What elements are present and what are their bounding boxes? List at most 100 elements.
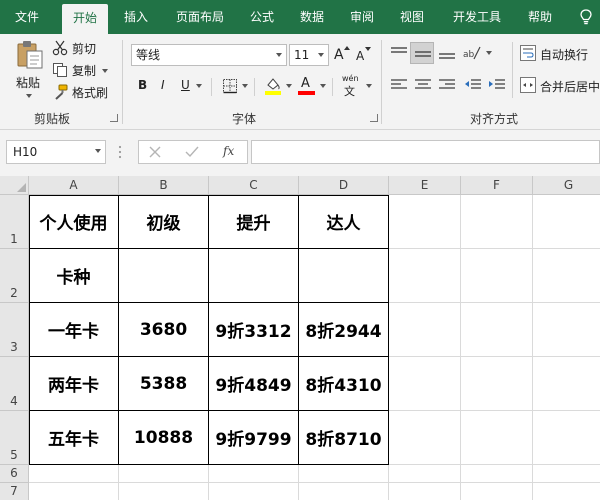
insert-function-button[interactable]: fx: [223, 144, 234, 158]
column-header-b[interactable]: B: [119, 176, 209, 195]
tab-review[interactable]: 审阅: [342, 0, 382, 34]
cell-e6[interactable]: [389, 465, 461, 483]
font-color-dropdown-arrow[interactable]: [320, 84, 326, 88]
align-right-icon[interactable]: [438, 78, 456, 92]
formula-input[interactable]: [251, 140, 600, 164]
phonetic-dropdown-arrow[interactable]: [366, 84, 372, 88]
phonetic-guide-button[interactable]: wén 文: [340, 74, 362, 98]
cell-c4[interactable]: 9折4849: [209, 357, 299, 411]
cell-c1[interactable]: 提升: [209, 195, 299, 249]
cell-b5[interactable]: 10888: [119, 411, 209, 465]
row-header-7[interactable]: 7: [0, 483, 29, 500]
orientation-dropdown-arrow[interactable]: [486, 51, 492, 55]
cell-f2[interactable]: [461, 249, 533, 303]
tab-help[interactable]: 帮助: [520, 0, 560, 34]
cell-a7[interactable]: [29, 483, 119, 500]
select-all-corner[interactable]: [0, 176, 29, 195]
borders-icon[interactable]: [222, 78, 238, 94]
fill-color-dropdown-arrow[interactable]: [286, 84, 292, 88]
cell-g6[interactable]: [533, 465, 600, 483]
cell-e1[interactable]: [389, 195, 461, 249]
column-header-e[interactable]: E: [389, 176, 461, 195]
cell-c5[interactable]: 9折9799: [209, 411, 299, 465]
formula-splitter-icon[interactable]: [117, 144, 123, 160]
align-center-icon[interactable]: [414, 78, 432, 92]
column-header-g[interactable]: G: [533, 176, 600, 195]
cell-b2[interactable]: [119, 249, 209, 303]
align-left-icon[interactable]: [390, 78, 408, 92]
row-header-4[interactable]: 4: [0, 357, 29, 411]
cell-d7[interactable]: [299, 483, 389, 500]
fill-color-icon[interactable]: [264, 76, 282, 96]
cell-b3[interactable]: 3680: [119, 303, 209, 357]
column-header-c[interactable]: C: [209, 176, 299, 195]
cell-a1[interactable]: 个人使用: [29, 195, 119, 249]
cell-d5[interactable]: 8折8710: [299, 411, 389, 465]
cell-c6[interactable]: [209, 465, 299, 483]
cell-g5[interactable]: [533, 411, 600, 465]
cell-b4[interactable]: 5388: [119, 357, 209, 411]
cell-a2[interactable]: 卡种: [29, 249, 119, 303]
cell-g1[interactable]: [533, 195, 600, 249]
cell-f7[interactable]: [461, 483, 533, 500]
lightbulb-icon[interactable]: [580, 9, 592, 25]
orientation-icon[interactable]: ab: [462, 44, 482, 62]
cell-f3[interactable]: [461, 303, 533, 357]
format-painter-button[interactable]: 格式刷: [52, 82, 116, 102]
cut-button[interactable]: 剪切: [52, 38, 112, 58]
tab-data[interactable]: 数据: [292, 0, 332, 34]
underline-dropdown-arrow[interactable]: [196, 84, 202, 88]
row-header-5[interactable]: 5: [0, 411, 29, 465]
paste-button[interactable]: 粘贴: [8, 38, 48, 110]
copy-button[interactable]: 复制: [52, 60, 112, 80]
tab-page-layout[interactable]: 页面布局: [168, 0, 232, 34]
column-header-a[interactable]: A: [29, 176, 119, 195]
cell-f1[interactable]: [461, 195, 533, 249]
cell-g3[interactable]: [533, 303, 600, 357]
cell-e4[interactable]: [389, 357, 461, 411]
cell-b7[interactable]: [119, 483, 209, 500]
cell-d6[interactable]: [299, 465, 389, 483]
cell-c7[interactable]: [209, 483, 299, 500]
cell-f4[interactable]: [461, 357, 533, 411]
grow-font-button[interactable]: A: [334, 44, 350, 66]
cell-a4[interactable]: 两年卡: [29, 357, 119, 411]
font-name-select[interactable]: 等线: [131, 44, 287, 66]
row-header-1[interactable]: 1: [0, 195, 29, 249]
clipboard-launcher-icon[interactable]: [110, 114, 118, 122]
cell-d2[interactable]: [299, 249, 389, 303]
tab-view[interactable]: 视图: [392, 0, 432, 34]
cell-a6[interactable]: [29, 465, 119, 483]
row-header-2[interactable]: 2: [0, 249, 29, 303]
wrap-text-button[interactable]: 自动换行: [518, 44, 600, 64]
font-color-button[interactable]: A: [298, 76, 316, 96]
align-middle-button[interactable]: [410, 42, 434, 64]
cell-f6[interactable]: [461, 465, 533, 483]
tab-file[interactable]: 文件: [4, 0, 50, 34]
row-header-3[interactable]: 3: [0, 303, 29, 357]
cell-g4[interactable]: [533, 357, 600, 411]
align-top-icon[interactable]: [390, 46, 408, 60]
cell-b6[interactable]: [119, 465, 209, 483]
cell-c3[interactable]: 9折3312: [209, 303, 299, 357]
column-header-f[interactable]: F: [461, 176, 533, 195]
borders-dropdown-arrow[interactable]: [242, 84, 248, 88]
cell-d4[interactable]: 8折4310: [299, 357, 389, 411]
copy-dropdown-arrow[interactable]: [102, 69, 108, 73]
cancel-x-icon[interactable]: [149, 146, 161, 158]
cell-g7[interactable]: [533, 483, 600, 500]
cell-e5[interactable]: [389, 411, 461, 465]
cell-a3[interactable]: 一年卡: [29, 303, 119, 357]
cell-e7[interactable]: [389, 483, 461, 500]
column-header-d[interactable]: D: [299, 176, 389, 195]
name-box[interactable]: H10: [6, 140, 106, 164]
align-bottom-icon[interactable]: [438, 46, 456, 60]
row-header-6[interactable]: 6: [0, 465, 29, 483]
cell-g2[interactable]: [533, 249, 600, 303]
tab-formulas[interactable]: 公式: [242, 0, 282, 34]
cell-a5[interactable]: 五年卡: [29, 411, 119, 465]
cell-b1[interactable]: 初级: [119, 195, 209, 249]
cell-f5[interactable]: [461, 411, 533, 465]
enter-check-icon[interactable]: [185, 146, 199, 158]
shrink-font-button[interactable]: A: [356, 44, 372, 66]
